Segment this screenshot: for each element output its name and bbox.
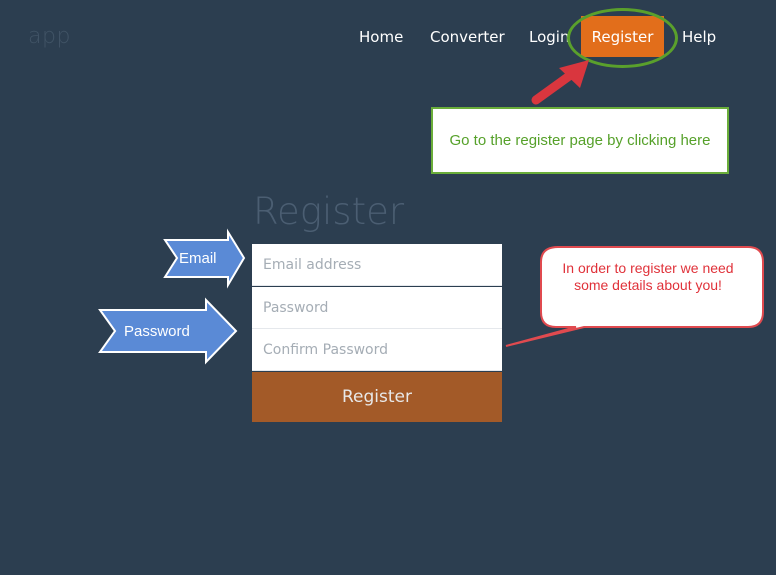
nav-help[interactable]: Help	[682, 28, 716, 46]
nav-converter[interactable]: Converter	[430, 28, 505, 46]
confirm-password-input[interactable]	[252, 329, 502, 371]
callout-text: In order to register we need some detail…	[562, 260, 734, 293]
red-pointer-arrow	[531, 60, 589, 105]
register-submit-button[interactable]: Register	[252, 372, 502, 422]
nav-login[interactable]: Login	[529, 28, 569, 46]
nav-register[interactable]: Register	[581, 16, 664, 57]
password-arrow-label: Password	[124, 323, 190, 340]
app-window: app Home Converter Login Register Help G…	[0, 0, 776, 575]
email-input[interactable]	[252, 244, 502, 286]
page-title: Register	[253, 190, 405, 233]
password-input[interactable]	[252, 287, 502, 329]
register-hint-box: Go to the register page by clicking here	[431, 107, 729, 174]
brand-logo[interactable]: app	[28, 24, 71, 49]
nav-home[interactable]: Home	[359, 28, 403, 46]
email-arrow-label: Email	[179, 250, 217, 267]
